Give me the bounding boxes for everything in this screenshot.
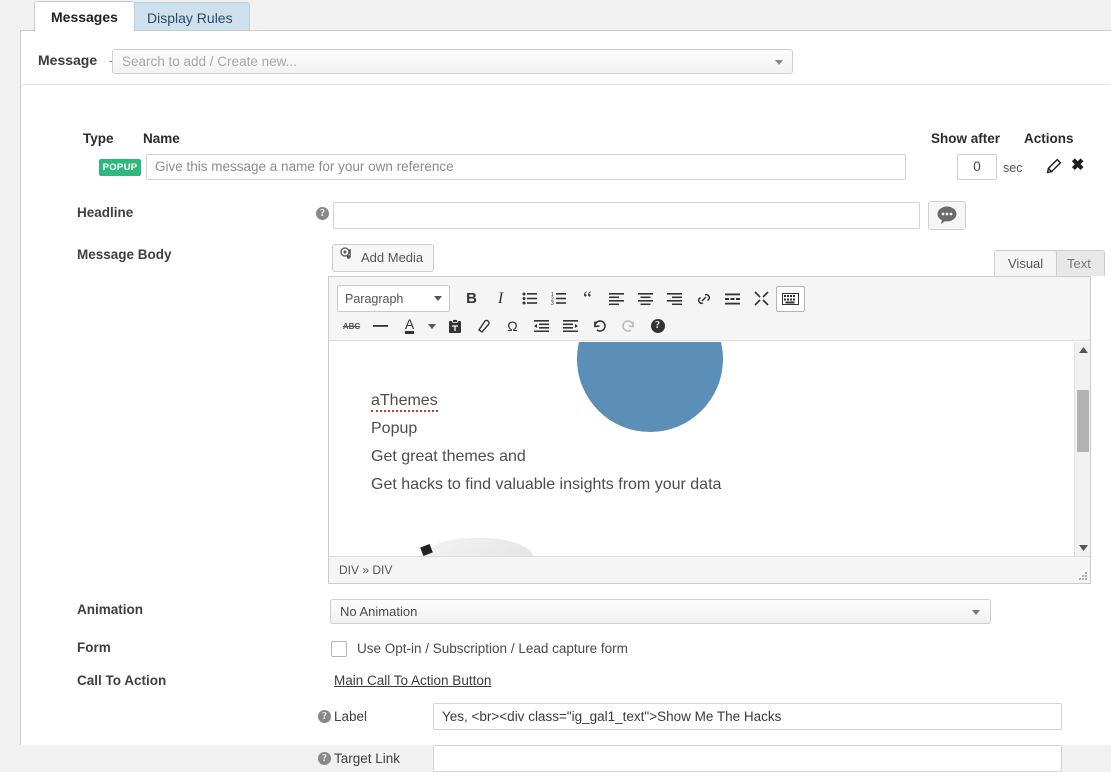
toolbar-row-2: ABC A Ω ? bbox=[337, 313, 672, 339]
edit-pencil-icon[interactable] bbox=[1046, 158, 1062, 177]
message-label: Message bbox=[38, 52, 98, 68]
add-media-button[interactable]: Add Media bbox=[332, 244, 435, 272]
tab-text-editor[interactable]: Text bbox=[1053, 250, 1105, 276]
editor-canvas[interactable]: aThemes Popup Get great themes and Get h… bbox=[329, 342, 1090, 556]
editor-line-3: Get great themes and bbox=[371, 448, 526, 465]
animation-select-value: No Animation bbox=[340, 604, 418, 619]
optin-form-checkbox[interactable] bbox=[331, 641, 347, 657]
editor-help-icon[interactable]: ? bbox=[643, 313, 672, 339]
text-color-dropdown-icon[interactable] bbox=[424, 313, 440, 339]
editor-line-4: Get hacks to find valuable insights from… bbox=[371, 476, 722, 493]
tab-messages[interactable]: Messages bbox=[34, 1, 135, 32]
toolbar-row-1: Paragraph B I 123 “ bbox=[337, 285, 805, 312]
editor-line-2: Popup bbox=[371, 420, 418, 437]
column-header-name: Name bbox=[143, 131, 180, 146]
messages-panel: Message Search to add / Create new... Ty… bbox=[20, 30, 1111, 772]
cta-label-field-label: Label bbox=[334, 709, 368, 724]
cta-target-input[interactable] bbox=[433, 745, 1062, 772]
headline-input[interactable] bbox=[333, 202, 920, 229]
indent-icon[interactable] bbox=[556, 313, 585, 339]
clear-formatting-icon[interactable] bbox=[469, 313, 498, 339]
kitchen-sink-icon[interactable] bbox=[776, 285, 805, 312]
call-to-action-label: Call To Action bbox=[77, 673, 167, 688]
read-more-icon[interactable] bbox=[718, 286, 747, 312]
status-badge-popup: POPUP bbox=[99, 159, 141, 176]
scroll-down-arrow-icon[interactable] bbox=[1075, 540, 1091, 556]
headline-label: Headline bbox=[77, 205, 134, 220]
message-select-row: Message Search to add / Create new... bbox=[21, 31, 1111, 85]
bold-icon[interactable]: B bbox=[457, 286, 486, 312]
column-header-actions: Actions bbox=[1024, 131, 1074, 146]
editor-line-1: aThemes bbox=[371, 392, 438, 412]
message-body-label: Message Body bbox=[77, 247, 172, 262]
add-media-icon bbox=[340, 245, 355, 271]
message-name-input[interactable]: Give this message a name for your own re… bbox=[146, 154, 906, 180]
cta-target-field-label: Target Link bbox=[334, 751, 401, 766]
blockquote-icon[interactable]: “ bbox=[573, 286, 602, 312]
delete-close-icon[interactable]: ✖ bbox=[1071, 158, 1084, 174]
chevron-down-icon bbox=[434, 296, 442, 301]
format-select-value: Paragraph bbox=[345, 291, 404, 306]
rich-text-editor: Paragraph B I 123 “ ABC A Ω ? aThemes Po… bbox=[328, 276, 1091, 584]
cta-label-help-icon[interactable]: ? bbox=[318, 710, 331, 723]
align-left-icon[interactable] bbox=[602, 286, 631, 312]
optin-form-checkbox-label[interactable]: Use Opt-in / Subscription / Lead capture… bbox=[357, 641, 628, 656]
link-icon[interactable] bbox=[689, 286, 718, 312]
add-media-label: Add Media bbox=[361, 250, 424, 265]
align-center-icon[interactable] bbox=[631, 286, 660, 312]
message-bubble-button[interactable] bbox=[928, 201, 966, 230]
tab-visual-editor[interactable]: Visual bbox=[994, 250, 1058, 276]
form-label: Form bbox=[77, 640, 111, 655]
tab-strip: Messages Display Rules bbox=[0, 0, 1111, 32]
editor-image-partial bbox=[413, 534, 535, 556]
fullscreen-icon[interactable] bbox=[747, 286, 776, 312]
animation-select[interactable]: No Animation bbox=[330, 599, 991, 624]
horizontal-rule-icon[interactable] bbox=[366, 313, 395, 339]
text-color-icon[interactable]: A bbox=[395, 313, 424, 339]
show-after-unit: sec bbox=[1003, 161, 1023, 175]
format-select[interactable]: Paragraph bbox=[337, 285, 450, 312]
headline-help-icon[interactable]: ? bbox=[316, 207, 329, 220]
special-character-icon[interactable]: Ω bbox=[498, 313, 527, 339]
animation-label: Animation bbox=[77, 602, 143, 617]
editor-element-path: DIV » DIV bbox=[329, 556, 1090, 583]
italic-icon[interactable]: I bbox=[486, 286, 515, 312]
scroll-up-arrow-icon[interactable] bbox=[1075, 342, 1091, 358]
logo-graphic bbox=[577, 342, 723, 432]
show-after-input[interactable]: 0 bbox=[957, 154, 997, 180]
bullet-list-icon[interactable] bbox=[515, 286, 544, 312]
cta-target-help-icon[interactable]: ? bbox=[318, 752, 331, 765]
message-search-placeholder: Search to add / Create new... bbox=[122, 54, 297, 69]
editor-scrollbar[interactable] bbox=[1074, 342, 1090, 556]
cta-label-input[interactable]: Yes, <br><div class="ig_gal1_text">Show … bbox=[433, 703, 1062, 730]
align-right-icon[interactable] bbox=[660, 286, 689, 312]
column-header-type: Type bbox=[83, 131, 114, 146]
svg-text:3: 3 bbox=[551, 301, 554, 305]
chevron-down-icon bbox=[972, 610, 980, 615]
chevron-down-icon bbox=[775, 60, 783, 65]
outdent-icon[interactable] bbox=[527, 313, 556, 339]
redo-icon[interactable] bbox=[614, 313, 643, 339]
undo-icon[interactable] bbox=[585, 313, 614, 339]
editor-resize-grip[interactable] bbox=[1079, 572, 1087, 580]
scrollbar-thumb[interactable] bbox=[1077, 390, 1089, 452]
paste-as-text-icon[interactable] bbox=[440, 313, 469, 339]
editor-toolbar: Paragraph B I 123 “ ABC A Ω ? bbox=[329, 277, 1090, 341]
column-header-show-after: Show after bbox=[931, 131, 1001, 146]
tab-display-rules[interactable]: Display Rules bbox=[130, 2, 250, 31]
main-cta-button-link[interactable]: Main Call To Action Button bbox=[334, 673, 491, 688]
numbered-list-icon[interactable]: 123 bbox=[544, 286, 573, 312]
strikethrough-icon[interactable]: ABC bbox=[337, 313, 366, 339]
message-search-select[interactable]: Search to add / Create new... bbox=[112, 49, 793, 74]
